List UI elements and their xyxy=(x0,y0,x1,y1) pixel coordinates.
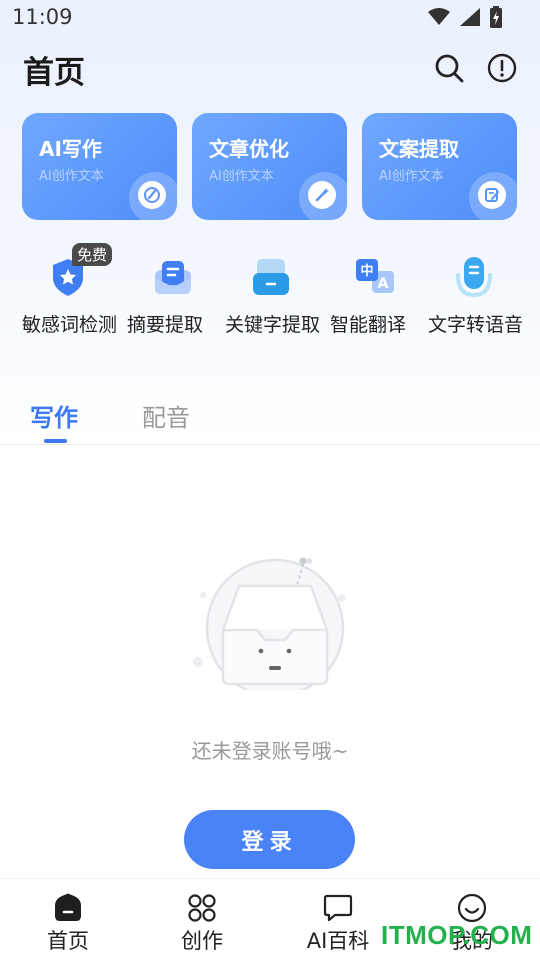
card-title: AI写作 xyxy=(39,137,102,161)
status-icons xyxy=(428,6,502,28)
card-title: 文案提取 xyxy=(379,137,459,161)
card-article-optimize[interactable]: 文章优化 AI创作文本 xyxy=(192,113,347,220)
card-text-extract[interactable]: 文案提取 AI创作文本 xyxy=(362,113,517,220)
card-subtitle: AI创作文本 xyxy=(39,169,104,184)
tab-divider xyxy=(0,444,540,445)
card-ai-writing[interactable]: AI写作 AI创作文本 xyxy=(22,113,177,220)
tab-indicator xyxy=(44,439,67,443)
info-icon xyxy=(487,53,517,83)
tool-label: 摘要提取 xyxy=(127,314,204,336)
nav-label: 创作 xyxy=(181,929,223,953)
tool-label: 文字转语音 xyxy=(428,314,524,336)
tray-icon xyxy=(253,259,289,295)
free-badge: 免费 xyxy=(72,243,113,266)
nav-label: AI百科 xyxy=(306,929,370,953)
grid-circles-icon xyxy=(188,894,216,922)
note-edit-icon xyxy=(469,172,517,220)
tab-dubbing[interactable]: 配音 xyxy=(142,398,190,433)
pen-circle-icon xyxy=(129,172,177,220)
status-time: 11:09 xyxy=(12,5,73,29)
cell-signal-icon xyxy=(460,8,480,26)
home-icon xyxy=(55,893,81,921)
empty-box-illustration xyxy=(193,557,346,690)
card-subtitle: AI创作文本 xyxy=(209,169,274,184)
card-title: 文章优化 xyxy=(209,137,289,161)
chat-bubble-icon xyxy=(323,894,353,922)
nav-item-home[interactable]: 首页 xyxy=(13,879,123,960)
search-icon xyxy=(435,54,464,83)
wifi-icon xyxy=(428,8,450,25)
card-subtitle: AI创作文本 xyxy=(379,169,444,184)
battery-icon xyxy=(490,6,502,28)
status-bar: 11:09 xyxy=(0,0,540,36)
nav-label: 首页 xyxy=(47,929,89,953)
empty-state-message: 还未登录账号哦~ xyxy=(191,739,349,763)
inbox-list-icon xyxy=(155,261,191,294)
tool-label: 敏感词检测 xyxy=(22,314,118,336)
watermark-text: ITMOP.COM xyxy=(381,920,533,950)
login-button[interactable]: 登录 xyxy=(184,810,355,869)
translate-icon: A 中 xyxy=(356,259,394,293)
tool-label: 智能翻译 xyxy=(330,314,407,336)
tool-label: 关键字提取 xyxy=(225,314,321,336)
microphone-icon xyxy=(456,257,492,298)
svg-text:中: 中 xyxy=(360,263,373,279)
search-button[interactable] xyxy=(433,52,465,84)
nav-item-ai-encyclopedia[interactable]: AI百科 xyxy=(283,879,393,960)
svg-text:A: A xyxy=(378,276,389,292)
magic-wand-icon xyxy=(299,172,347,220)
page-title: 首页 xyxy=(23,55,85,91)
info-button[interactable] xyxy=(486,52,518,84)
smiley-icon xyxy=(457,893,487,923)
tab-writing[interactable]: 写作 xyxy=(30,398,78,433)
nav-item-create[interactable]: 创作 xyxy=(147,879,257,960)
